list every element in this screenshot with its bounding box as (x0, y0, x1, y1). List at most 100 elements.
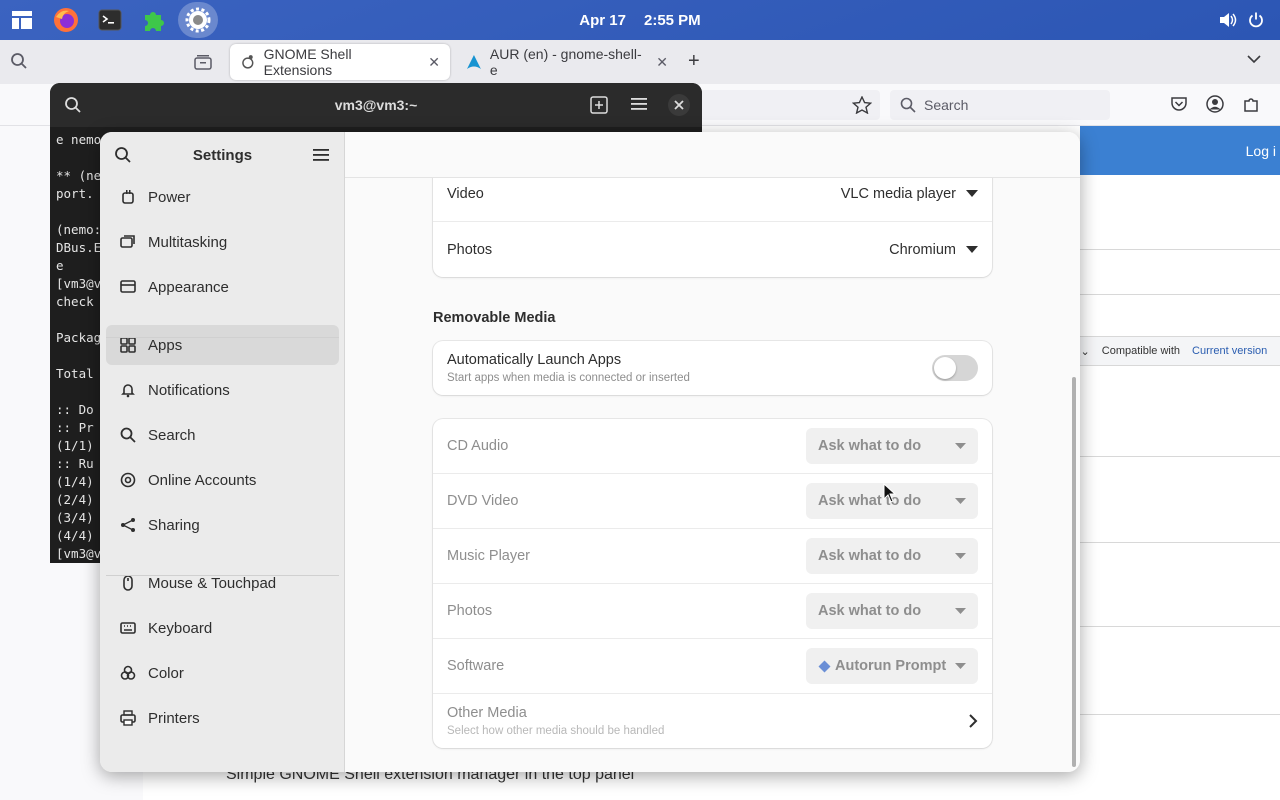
chevron-down-icon[interactable] (1246, 54, 1262, 64)
media-row-software: Software Autorun Prompt (433, 639, 992, 694)
search-icon[interactable] (114, 146, 132, 164)
photos-row[interactable]: Photos Chromium (433, 222, 992, 277)
media-action-dropdown[interactable]: Ask what to do (806, 538, 978, 574)
tab-list-icon[interactable] (194, 54, 212, 70)
mouse-cursor-icon (883, 483, 897, 503)
pocket-icon[interactable] (1170, 96, 1188, 112)
sidebar-item-online-accounts[interactable]: Online Accounts (106, 460, 339, 500)
sidebar-title: Settings (192, 146, 253, 164)
close-tab-icon[interactable]: ✕ (656, 54, 668, 71)
apps-icon (120, 337, 136, 353)
media-action-dropdown[interactable]: Autorun Prompt (806, 648, 978, 684)
sidebar-item-keyboard[interactable]: Keyboard (106, 608, 339, 648)
dropdown-value: Ask what to do (818, 493, 922, 509)
firefox-icon[interactable] (48, 4, 84, 36)
login-link[interactable]: Log i (1246, 143, 1276, 159)
time-label: 2:55 PM (643, 11, 701, 29)
autolaunch-title: Automatically Launch Apps (447, 352, 622, 368)
compat-label: Compatible with (1101, 345, 1181, 357)
multitasking-icon (120, 234, 136, 250)
hamburger-menu-icon[interactable] (313, 148, 329, 162)
browser-search-input[interactable]: Search (890, 90, 1110, 120)
autolaunch-toggle[interactable] (932, 355, 978, 381)
sidebar-item-multitasking[interactable]: Multitasking (106, 222, 339, 262)
dropdown-arrow-icon (955, 552, 966, 560)
printer-icon (120, 710, 136, 726)
row-label: Software (447, 658, 505, 674)
toggle-knob (934, 357, 956, 379)
dropdown-value: VLC media player (840, 186, 956, 202)
back-arrow-icon[interactable] (361, 147, 375, 163)
media-row-music-player: Music Player Ask what to do (433, 529, 992, 584)
sidebar-item-color[interactable]: Color (106, 653, 339, 693)
sidebar-divider (106, 337, 339, 338)
search-icon[interactable] (10, 52, 28, 70)
close-icon[interactable] (668, 94, 690, 116)
sidebar-item-appearance[interactable]: Appearance (106, 267, 339, 307)
media-card: CD Audio Ask what to do DVD Video Ask what … (433, 419, 992, 748)
divider (1080, 542, 1280, 543)
sidebar-divider (106, 575, 339, 576)
dropdown-arrow-icon (966, 190, 978, 197)
new-tab-icon[interactable] (590, 96, 608, 114)
menu-icon[interactable] (630, 97, 648, 111)
sidebar-item-notifications[interactable]: Notifications (106, 370, 339, 410)
dropdown-value: Ask what to do (818, 438, 922, 454)
dropdown-arrow-icon (955, 497, 966, 505)
dropdown-value: Ask what to do (818, 548, 922, 564)
video-row[interactable]: Video VLC media player (433, 168, 992, 222)
settings-window: Settings Power Multitasking Appearance Apps… (100, 132, 1080, 772)
autolaunch-row[interactable]: Automatically Launch Apps Start apps whe… (433, 341, 992, 395)
sidebar-item-sharing[interactable]: Sharing (106, 505, 339, 545)
row-label: Video (447, 186, 484, 202)
gnome-favicon-icon (242, 55, 254, 69)
other-media-row[interactable]: Other Media Select how other media shoul… (433, 694, 992, 748)
sidebar-item-label: Online Accounts (148, 471, 257, 489)
close-tab-icon[interactable]: ✕ (428, 54, 440, 71)
extensions-menu-icon[interactable] (1242, 95, 1260, 113)
compat-select[interactable]: Current version (1192, 345, 1267, 357)
video-dropdown[interactable]: VLC media player (841, 186, 978, 202)
row-label: DVD Video (447, 493, 519, 509)
default-apps-page: Default Apps Video VLC media player Phot… (345, 132, 1080, 772)
scrollbar[interactable] (1072, 377, 1076, 767)
media-row-dvd-video: DVD Video Ask what to do (433, 474, 992, 529)
media-action-dropdown[interactable]: Ask what to do (806, 428, 978, 464)
extensions-icon[interactable] (136, 4, 172, 36)
tab-aur[interactable]: AUR (en) - gnome-shell-e ✕ (456, 44, 678, 80)
star-icon[interactable] (852, 96, 872, 114)
media-row-photos: Photos Ask what to do (433, 584, 992, 639)
power-icon[interactable] (1238, 4, 1274, 36)
top-bar: Apr 17 2:55 PM (0, 0, 1280, 40)
new-tab-icon[interactable]: + (688, 50, 700, 73)
row-label: CD Audio (447, 438, 509, 454)
autorun-icon (818, 660, 831, 673)
power-icon (120, 189, 136, 205)
date-label: Apr 17 (579, 11, 626, 29)
share-icon (120, 517, 136, 533)
dropdown-arrow-icon (955, 607, 966, 615)
search-icon[interactable] (64, 96, 82, 114)
sidebar-item-power[interactable]: Power (106, 177, 339, 217)
search-icon (900, 97, 916, 113)
sidebar-item-search[interactable]: Search (106, 415, 339, 455)
close-icon[interactable] (1045, 144, 1069, 168)
terminal-icon[interactable] (92, 4, 128, 36)
sidebar-item-label: Keyboard (148, 619, 213, 637)
photos-dropdown[interactable]: Chromium (889, 242, 978, 258)
tab-gnome-extensions[interactable]: GNOME Shell Extensions ✕ (230, 44, 450, 80)
sidebar-item-mouse-touchpad[interactable]: Mouse & Touchpad (106, 563, 339, 603)
divider (1080, 456, 1280, 457)
settings-icon[interactable] (178, 2, 218, 38)
app-grid-icon[interactable] (4, 4, 40, 36)
terminal-titlebar: vm3@vm3:~ (50, 83, 702, 127)
divider (1080, 626, 1280, 627)
default-apps-card: Video VLC media player Photos Chromium (433, 168, 992, 277)
clock[interactable]: Apr 17 2:55 PM (560, 0, 720, 40)
terminal-output[interactable]: e nemo ** (ne port. (nemo: DBus.E e [vm3… (56, 131, 101, 563)
dropdown-arrow-icon (955, 662, 966, 670)
sidebar-item-printers[interactable]: Printers (106, 698, 339, 738)
media-action-dropdown[interactable]: Ask what to do (806, 593, 978, 629)
account-icon[interactable] (1206, 95, 1224, 113)
sidebar-item-apps[interactable]: Apps (106, 325, 339, 365)
